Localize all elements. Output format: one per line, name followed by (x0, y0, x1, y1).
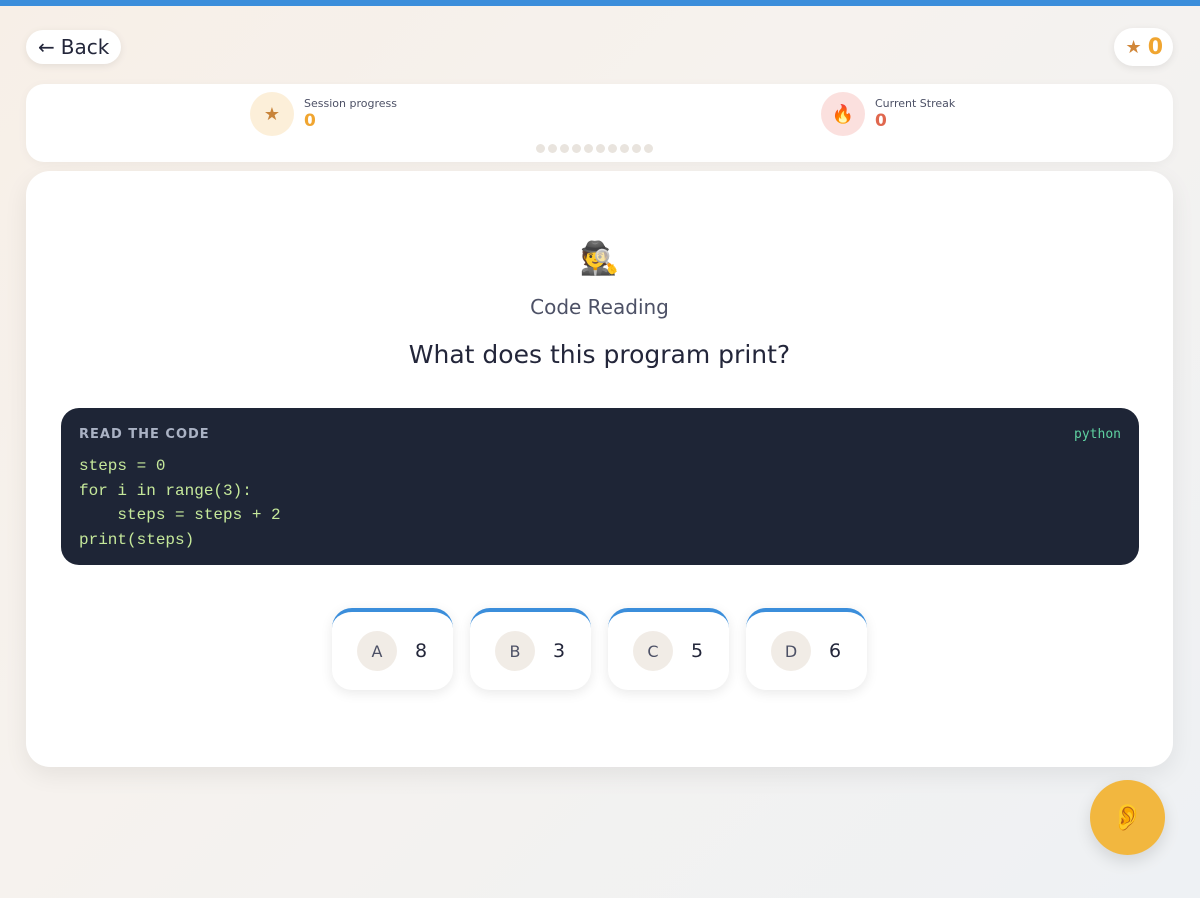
detective-icon: 🕵️ (579, 239, 620, 277)
listen-button[interactable]: 👂 (1090, 780, 1165, 855)
progress-dot (560, 144, 569, 153)
progress-dot (632, 144, 641, 153)
score-badge: ★ 0 (1113, 28, 1173, 66)
progress-dot (608, 144, 617, 153)
mode-title: Code Reading (530, 295, 669, 319)
current-streak-label: Current Streak (875, 97, 956, 110)
quiz-card: 🕵️ Code Reading What does this program p… (26, 171, 1173, 767)
code-language: python (1074, 427, 1121, 442)
answer-option-a[interactable]: A 8 (332, 608, 453, 690)
progress-dot (548, 144, 557, 153)
progress-dots (536, 144, 653, 153)
progress-dot (572, 144, 581, 153)
current-streak-value: 0 (875, 111, 887, 131)
code-snippet: steps = 0 for i in range(3): steps = ste… (79, 457, 281, 549)
star-icon: ★ (250, 92, 294, 136)
progress-dot (620, 144, 629, 153)
answer-letter: A (357, 631, 397, 671)
answer-option-b[interactable]: B 3 (470, 608, 591, 690)
flame-icon: 🔥 (821, 92, 865, 136)
answer-value: 3 (553, 640, 566, 662)
answer-value: 6 (829, 640, 842, 662)
answer-options: A 8 B 3 C 5 D 6 (332, 608, 867, 690)
back-button[interactable]: ← Back (26, 30, 122, 64)
code-block: READ THE CODE python steps = 0 for i in … (61, 408, 1139, 565)
session-progress-value: 0 (304, 111, 316, 131)
arrow-left-icon: ← (38, 35, 55, 59)
answer-value: 5 (691, 640, 704, 662)
answer-value: 8 (415, 640, 428, 662)
answer-letter: C (633, 631, 673, 671)
progress-dot (596, 144, 605, 153)
progress-dot (536, 144, 545, 153)
score-value: 0 (1147, 34, 1163, 60)
current-streak: 🔥 Current Streak 0 (821, 92, 955, 136)
ear-icon: 👂 (1111, 802, 1144, 833)
stats-bar: ★ Session progress 0 🔥 Current Streak 0 (26, 84, 1173, 162)
question-text: What does this program print? (408, 340, 791, 369)
session-progress: ★ Session progress 0 (250, 92, 397, 136)
answer-option-c[interactable]: C 5 (608, 608, 729, 690)
back-label: Back (60, 35, 110, 59)
star-icon: ★ (1125, 36, 1142, 58)
answer-option-d[interactable]: D 6 (746, 608, 867, 690)
answer-letter: B (495, 631, 535, 671)
answer-letter: D (771, 631, 811, 671)
progress-dot (584, 144, 593, 153)
session-progress-label: Session progress (304, 97, 397, 110)
progress-dot (644, 144, 653, 153)
code-block-title: READ THE CODE (79, 427, 210, 442)
top-accent-bar (0, 0, 1200, 6)
